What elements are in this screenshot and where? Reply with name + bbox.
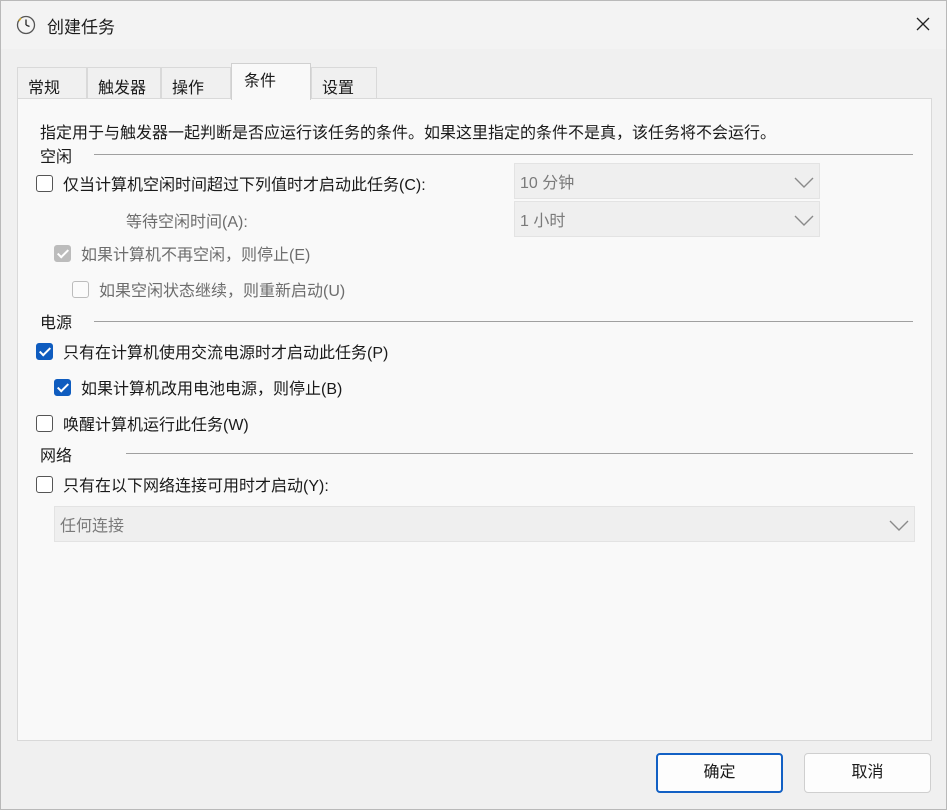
conditions-panel: 指定用于与触发器一起判断是否应运行该任务的条件。如果这里指定的条件不是真，该任务… (17, 98, 932, 741)
tab-actions[interactable]: 操作 (161, 67, 231, 99)
tab-conditions[interactable]: 条件 (231, 63, 311, 100)
only-if-network-checkbox[interactable] (36, 475, 53, 493)
tab-general[interactable]: 常规 (17, 67, 87, 99)
idle-group-label: 空闲 (40, 149, 73, 166)
start-if-idle-checkbox[interactable] (36, 174, 53, 192)
only-if-network-label: 只有在以下网络连接可用时才启动(Y): (63, 478, 329, 495)
ac-only-option[interactable]: 只有在计算机使用交流电源时才启动此任务(P) (36, 339, 388, 363)
wait-duration-select[interactable]: 1 小时 (514, 201, 820, 237)
close-button[interactable] (900, 1, 946, 47)
clock-icon (16, 15, 36, 35)
tab-triggers[interactable]: 触发器 (87, 67, 161, 99)
idle-duration-select[interactable]: 10 分钟 (514, 163, 820, 199)
idle-group-divider (94, 154, 913, 155)
chevron-down-icon (794, 215, 814, 226)
idle-duration-value: 10 分钟 (520, 175, 575, 192)
tab-settings[interactable]: 设置 (311, 67, 377, 99)
only-if-network-option[interactable]: 只有在以下网络连接可用时才启动(Y): (36, 472, 329, 496)
stop-if-not-idle-label: 如果计算机不再空闲，则停止(E) (81, 247, 311, 264)
wait-idle-label: 等待空闲时间(A): (126, 214, 248, 231)
power-group-label: 电源 (40, 315, 73, 332)
title-bar: 创建任务 (1, 1, 946, 49)
ac-only-checkbox[interactable] (36, 342, 53, 360)
network-connection-select[interactable]: 任何连接 (54, 506, 915, 542)
network-group-divider (126, 453, 913, 454)
stop-if-not-idle-checkbox[interactable] (54, 244, 71, 262)
close-icon (916, 17, 930, 31)
conditions-description: 指定用于与触发器一起判断是否应运行该任务的条件。如果这里指定的条件不是真，该任务… (40, 125, 777, 142)
ac-only-label: 只有在计算机使用交流电源时才启动此任务(P) (63, 345, 389, 362)
cancel-button[interactable]: 取消 (804, 753, 931, 793)
stop-on-battery-option[interactable]: 如果计算机改用电池电源，则停止(B) (54, 375, 342, 399)
wake-option[interactable]: 唤醒计算机运行此任务(W) (36, 411, 249, 435)
network-group-label: 网络 (40, 448, 73, 465)
start-if-idle-label: 仅当计算机空闲时间超过下列值时才启动此任务(C): (63, 177, 426, 194)
network-connection-value: 任何连接 (60, 518, 125, 535)
restart-if-idle-label: 如果空闲状态继续，则重新启动(U) (99, 283, 346, 300)
create-task-dialog: 创建任务 常规 触发器 操作 条件 设置 指定用于与触发器一起判断是否应运行该任… (0, 0, 947, 810)
stop-on-battery-checkbox[interactable] (54, 378, 71, 396)
power-group-divider (94, 321, 913, 322)
chevron-down-icon (794, 177, 814, 188)
stop-if-not-idle-option[interactable]: 如果计算机不再空闲，则停止(E) (54, 241, 310, 265)
start-if-idle-option[interactable]: 仅当计算机空闲时间超过下列值时才启动此任务(C): (36, 171, 426, 195)
chevron-down-icon (889, 520, 909, 531)
wake-label: 唤醒计算机运行此任务(W) (63, 417, 249, 434)
ok-button[interactable]: 确定 (656, 753, 783, 793)
wake-checkbox[interactable] (36, 414, 53, 432)
window-title: 创建任务 (47, 18, 115, 37)
restart-if-idle-option[interactable]: 如果空闲状态继续，则重新启动(U) (72, 277, 345, 301)
restart-if-idle-checkbox[interactable] (72, 280, 89, 298)
stop-on-battery-label: 如果计算机改用电池电源，则停止(B) (81, 381, 343, 398)
wait-duration-value: 1 小时 (520, 213, 566, 230)
